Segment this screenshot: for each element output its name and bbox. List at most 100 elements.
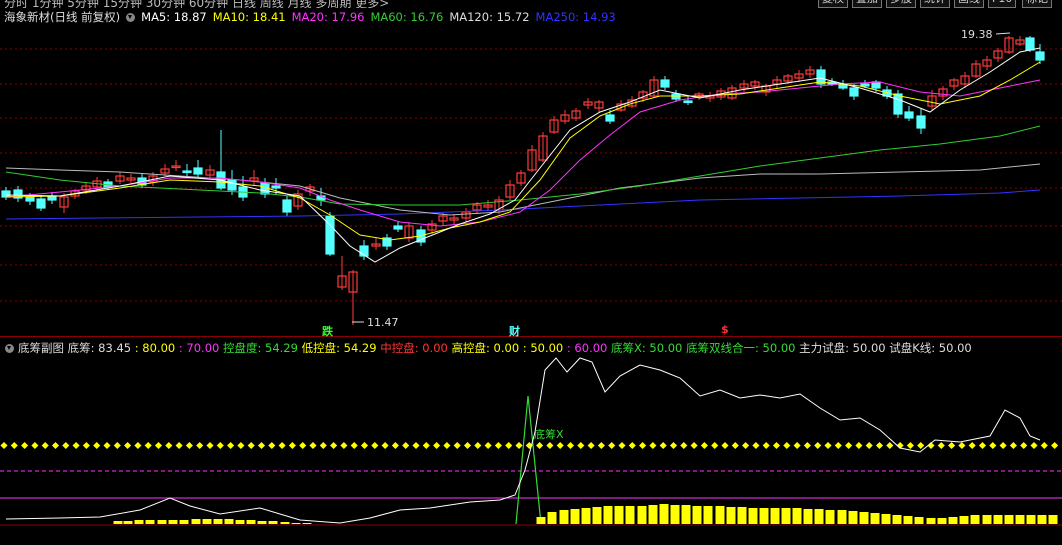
control-bar: [670, 505, 680, 524]
level-80-dot: [93, 441, 101, 450]
control-bar: [726, 507, 736, 524]
candle-body: [860, 83, 870, 87]
level-80-dot: [288, 441, 296, 450]
level-80-dot: [906, 441, 914, 450]
control-bar: [559, 510, 569, 524]
candle-body: [893, 93, 903, 115]
candle-body: [683, 100, 693, 104]
control-bar: [937, 518, 947, 524]
control-bar: [280, 522, 290, 524]
level-80-dot: [845, 441, 853, 450]
chart-canvas[interactable]: [0, 0, 1062, 545]
candle-body: [393, 225, 403, 230]
level-80-dot: [103, 441, 111, 450]
level-80-dot: [999, 441, 1007, 450]
level-80-dot: [886, 441, 894, 450]
control-bar: [648, 505, 658, 524]
die-marker: 跌: [322, 325, 333, 338]
control-bar: [748, 508, 758, 524]
level-80-dot: [340, 441, 348, 450]
level-80-dot: [989, 441, 997, 450]
level-80-dot: [41, 441, 49, 450]
control-bar: [814, 509, 824, 524]
level-80-dot: [484, 441, 492, 450]
control-bar: [614, 506, 624, 524]
level-80-dot: [669, 441, 678, 450]
control-bar: [759, 508, 769, 524]
control-bar: [970, 515, 980, 524]
level-80-dot: [51, 441, 60, 450]
candle-body: [282, 199, 292, 213]
level-80-dot: [587, 441, 595, 450]
candle-body: [849, 87, 859, 97]
control-bar: [892, 515, 902, 524]
level-80-dot: [21, 441, 29, 450]
level-80-dot: [577, 441, 585, 450]
level-80-dot: [350, 441, 358, 450]
level-80-dot: [762, 441, 770, 450]
control-bar: [959, 516, 969, 524]
dollar-marker: $: [721, 323, 729, 336]
level-80-dot: [494, 441, 502, 450]
candle-body: [1, 190, 11, 198]
level-80-dot: [185, 441, 193, 450]
level-80-dot: [453, 441, 461, 450]
level-80-dot: [0, 441, 8, 450]
level-80-dot: [237, 441, 245, 450]
level-80-dot: [72, 441, 80, 450]
control-bar: [268, 521, 278, 524]
control-bar: [224, 519, 234, 524]
control-bar: [881, 514, 891, 524]
level-80-dot: [948, 441, 956, 450]
level-80-dot: [834, 441, 842, 450]
control-bar: [592, 507, 602, 524]
dichoux-line-label: 底筹X: [534, 428, 564, 441]
control-bar: [291, 523, 301, 524]
candle-body: [271, 185, 281, 189]
control-bar: [1004, 515, 1014, 524]
level-80-dot: [546, 441, 554, 450]
level-80-dot: [1020, 441, 1028, 450]
level-80-dot: [330, 441, 338, 450]
control-bar: [570, 509, 580, 524]
control-bar: [603, 506, 613, 524]
level-80-dot: [371, 441, 379, 450]
candle-body: [660, 79, 670, 88]
level-80-dot: [381, 441, 389, 450]
control-bar: [168, 520, 178, 524]
candle-body: [871, 81, 881, 89]
level-80-dot: [360, 441, 369, 450]
level-80-dot: [875, 441, 884, 450]
control-bar: [123, 521, 133, 524]
level-80-dot: [134, 441, 142, 450]
level-80-dot: [505, 441, 513, 450]
candle-body: [605, 114, 615, 122]
control-bar: [625, 506, 635, 524]
level-80-dot: [165, 441, 173, 450]
control-bar: [547, 512, 557, 524]
control-bar: [703, 506, 713, 524]
control-bar: [302, 523, 312, 524]
candle-body: [1035, 51, 1045, 61]
control-bar: [1037, 515, 1047, 524]
control-bar: [737, 507, 747, 524]
level-80-dot: [690, 441, 698, 450]
candle-body: [1025, 37, 1035, 51]
level-80-dot: [566, 441, 575, 450]
level-80-dot: [227, 441, 235, 450]
level-80-dot: [433, 441, 441, 450]
candle-body: [25, 196, 35, 202]
control-bar: [870, 513, 880, 524]
level-80-dot: [319, 441, 327, 450]
level-80-dot: [113, 441, 121, 450]
level-80-dot: [309, 441, 317, 450]
level-80-dot: [391, 441, 399, 450]
control-bar: [926, 518, 936, 524]
level-80-dot: [556, 441, 564, 450]
cai-marker: 财: [509, 325, 520, 338]
level-80-dot: [865, 441, 873, 450]
level-80-dot: [268, 441, 276, 450]
control-bar: [948, 517, 958, 524]
level-80-dot: [82, 441, 90, 450]
control-bar: [145, 520, 155, 524]
